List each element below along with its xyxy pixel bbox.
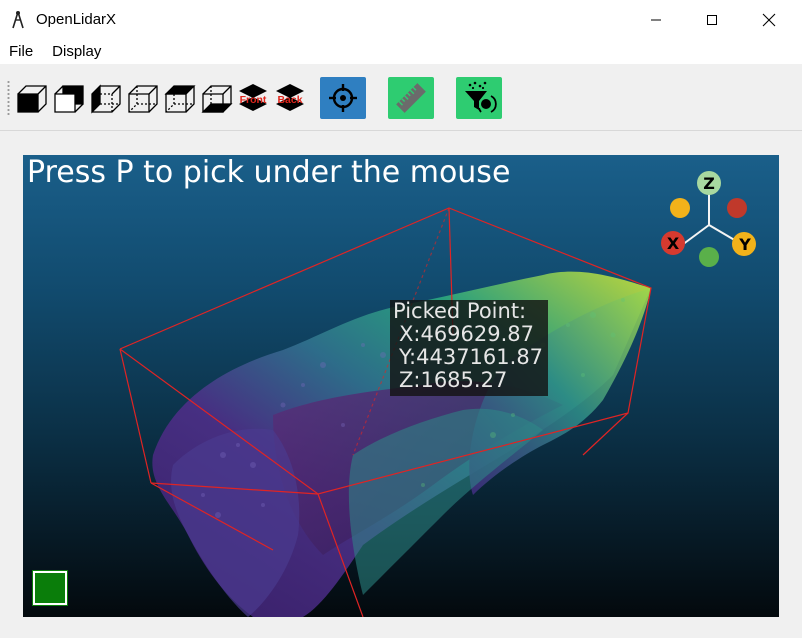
toolbar-grip-handle[interactable] bbox=[7, 80, 10, 116]
filter-funnel-icon bbox=[465, 81, 497, 113]
close-icon bbox=[762, 13, 776, 27]
front-label: Front bbox=[240, 94, 267, 106]
axis-z-label: Z bbox=[703, 174, 715, 193]
pick-point-button[interactable] bbox=[320, 77, 366, 119]
picked-point-z: Z:1685.27 bbox=[399, 368, 508, 392]
back-label: Back bbox=[277, 94, 302, 106]
filter-button[interactable] bbox=[456, 77, 502, 119]
point-cloud-viewport[interactable]: Press P to pick under the mouse Picked P… bbox=[23, 155, 779, 617]
menu-bar: File Display bbox=[0, 40, 802, 64]
cube-top-face-icon bbox=[164, 85, 196, 113]
app-icon bbox=[12, 11, 24, 29]
maximize-button[interactable] bbox=[689, 0, 735, 40]
cube-outline-icon bbox=[128, 85, 158, 113]
view-top-face-button[interactable] bbox=[164, 82, 196, 114]
front-view-icon: Front bbox=[239, 84, 267, 111]
orientation-axis-widget[interactable]: Z X Y bbox=[656, 169, 762, 273]
minimize-icon bbox=[651, 19, 661, 21]
maximize-icon bbox=[707, 15, 717, 25]
cube-side-face-icon bbox=[91, 84, 121, 114]
measure-button[interactable] bbox=[388, 77, 434, 119]
view-iso-button[interactable] bbox=[127, 82, 159, 114]
axis-y-label: Y bbox=[738, 235, 751, 254]
view-back-button[interactable]: Back bbox=[274, 82, 306, 114]
cube-left-face-icon bbox=[17, 85, 47, 113]
axis-neg-x-icon bbox=[727, 198, 747, 218]
picked-point-panel: Picked Point: X:469629.87 Y:4437161.87 Z… bbox=[390, 300, 548, 396]
back-view-icon: Back bbox=[276, 84, 304, 111]
picked-point-x: X:469629.87 bbox=[399, 322, 535, 346]
axis-neg-y-icon bbox=[670, 198, 690, 218]
toolbar: Front Back bbox=[0, 66, 802, 131]
ruler-icon bbox=[396, 83, 426, 113]
axis-neg-z-icon bbox=[699, 247, 719, 267]
window-title: OpenLidarX bbox=[36, 11, 117, 28]
view-bottom-button[interactable] bbox=[201, 82, 233, 114]
view-left-button[interactable] bbox=[16, 82, 48, 114]
cube-bottom-face-icon bbox=[201, 85, 233, 113]
menu-file[interactable]: File bbox=[0, 40, 42, 64]
picked-point-title: Picked Point: bbox=[393, 299, 527, 323]
cube-back-face-icon bbox=[54, 85, 84, 113]
minimize-button[interactable] bbox=[633, 0, 679, 40]
crosshair-icon bbox=[329, 84, 357, 112]
picked-point-y: Y:4437161.87 bbox=[399, 345, 544, 369]
close-button[interactable] bbox=[746, 0, 792, 40]
view-side-button[interactable] bbox=[90, 82, 122, 114]
app-window: OpenLidarX File Display Front Back Press… bbox=[0, 0, 802, 638]
view-top-button[interactable] bbox=[53, 82, 85, 114]
axis-x-label: X bbox=[667, 234, 680, 253]
status-indicator bbox=[33, 571, 67, 605]
view-front-button[interactable]: Front bbox=[237, 82, 269, 114]
menu-display[interactable]: Display bbox=[42, 40, 111, 64]
title-bar: OpenLidarX bbox=[0, 0, 802, 40]
pick-hint-text: Press P to pick under the mouse bbox=[27, 155, 511, 190]
